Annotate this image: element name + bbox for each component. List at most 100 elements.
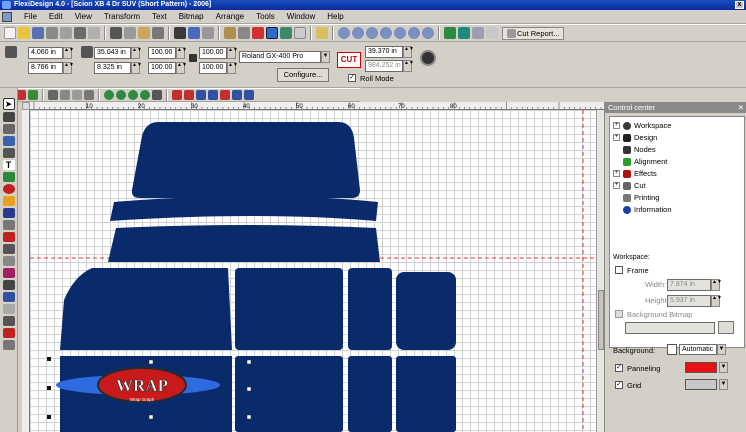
scale-y-field[interactable]: 100.00 [148, 62, 176, 74]
handle[interactable] [246, 359, 252, 365]
zoom-all-icon[interactable] [366, 27, 378, 39]
roll-mode-checkbox[interactable]: ✓ [348, 74, 356, 82]
pillar-panel[interactable] [348, 268, 392, 350]
menu-view[interactable]: View [69, 12, 98, 21]
browse-bitmap-button[interactable] [718, 321, 734, 334]
handle[interactable] [246, 386, 252, 392]
close-icon[interactable]: x [735, 1, 744, 9]
knife-tool-icon[interactable] [2, 124, 15, 134]
color-manager-icon[interactable] [224, 27, 236, 39]
background-bitmap-checkbox[interactable] [615, 310, 623, 318]
zoom-in-icon[interactable] [338, 27, 350, 39]
frame-checkbox[interactable] [615, 266, 623, 274]
design-canvas[interactable]: WRAP Wrap Graph [30, 110, 596, 432]
media-width-spinner[interactable]: ▲▼ [403, 46, 414, 58]
cut-settings-icon[interactable] [420, 50, 436, 66]
fill-tool-icon[interactable] [2, 232, 15, 242]
menu-text[interactable]: Text [146, 12, 173, 21]
eyedropper-tool-icon[interactable] [2, 244, 15, 254]
zoom-page-icon[interactable] [394, 27, 406, 39]
expand-icon[interactable]: + [613, 134, 620, 141]
panneling-checkbox[interactable]: ✓ [615, 364, 623, 372]
y-spinner[interactable]: ▲▼ [63, 62, 74, 74]
send-to-device-icon[interactable] [188, 27, 200, 39]
x-field[interactable]: 4.060 in [28, 47, 63, 59]
mirror-icon[interactable] [72, 90, 82, 100]
production-icon[interactable] [472, 27, 484, 39]
cut-to-device-icon[interactable] [174, 27, 186, 39]
document-icon[interactable] [2, 11, 12, 22]
rear-door-panel[interactable] [235, 268, 343, 350]
zoom-tool-icon[interactable] [2, 136, 15, 146]
copy-icon[interactable] [124, 27, 136, 39]
scale-y-spinner[interactable]: ▲▼ [176, 62, 187, 74]
scale-x2-field[interactable]: 100.00 [199, 47, 227, 59]
contour-icon[interactable] [172, 90, 182, 100]
configure-button[interactable]: Configure... [277, 68, 329, 82]
weld-icon[interactable] [152, 90, 162, 100]
new-icon[interactable] [4, 27, 16, 39]
outline-view-icon[interactable] [280, 27, 292, 39]
zoom-out-icon[interactable] [352, 27, 364, 39]
eraser-tool-icon[interactable] [2, 256, 15, 266]
color-tool-icon[interactable] [2, 328, 15, 338]
page-setup-icon[interactable] [202, 27, 214, 39]
rectangle-tool-icon[interactable] [2, 172, 15, 182]
tree-item-nodes[interactable]: Nodes [613, 144, 656, 155]
distribute-icon[interactable] [60, 90, 70, 100]
background-dropdown-arrow[interactable]: ▼ [717, 344, 726, 355]
align-icon[interactable] [48, 90, 58, 100]
lower-pillar-panel[interactable] [348, 356, 392, 432]
rotate-icon[interactable] [84, 90, 94, 100]
break-apart-icon[interactable] [140, 90, 150, 100]
export-icon[interactable] [60, 27, 72, 39]
layers-icon[interactable] [444, 27, 456, 39]
save-icon[interactable] [32, 27, 44, 39]
quarter-window-panel[interactable] [396, 272, 456, 350]
handle[interactable] [148, 359, 154, 365]
grid-checkbox[interactable]: ✓ [615, 381, 623, 389]
width-field[interactable]: 35.043 in [94, 47, 131, 59]
tree-item-workspace[interactable]: + Workspace [613, 120, 671, 131]
workspace-height-spinner[interactable]: ▲▼ [711, 295, 722, 307]
expand-icon[interactable]: + [613, 182, 620, 189]
tree-item-cut[interactable]: + Cut [613, 180, 646, 191]
panneling-color-swatch[interactable] [685, 362, 717, 373]
cut-report-button[interactable]: Cut Report... [502, 26, 564, 40]
scale-x-field[interactable]: 100.00 [148, 47, 176, 59]
import-icon[interactable] [46, 27, 58, 39]
height-spinner[interactable]: ▲▼ [131, 62, 142, 74]
device-dropdown-arrow[interactable]: ▼ [321, 51, 330, 63]
y-field[interactable]: 8.766 in [28, 62, 63, 74]
workspace-width-field[interactable]: 7.874 in [667, 279, 711, 291]
scale-x-spinner[interactable]: ▲▼ [176, 47, 187, 59]
windshield-panel[interactable] [131, 122, 360, 198]
workspace-height-field[interactable]: 5.937 in [667, 295, 711, 307]
open-icon[interactable] [18, 27, 30, 39]
panneling-color-arrow[interactable]: ▼ [719, 362, 728, 373]
tree-item-printing[interactable]: Printing [613, 192, 659, 203]
expand-icon[interactable]: + [613, 122, 620, 129]
effects-tool-icon[interactable] [2, 268, 15, 278]
expand-icon[interactable]: + [613, 170, 620, 177]
zoom-width-icon[interactable] [408, 27, 420, 39]
background-bitmap-field[interactable] [625, 322, 715, 334]
menu-transform[interactable]: Transform [98, 12, 146, 21]
zoom-previous-icon[interactable] [422, 27, 434, 39]
view-mode-icon[interactable] [266, 27, 278, 39]
shadow-icon[interactable] [184, 90, 194, 100]
color-fill-icon[interactable] [252, 27, 264, 39]
lock-ratio-icon[interactable] [189, 54, 197, 62]
outline-icon[interactable] [28, 90, 38, 100]
preview-icon[interactable] [88, 27, 100, 39]
menu-tools[interactable]: Tools [250, 12, 281, 21]
handle[interactable] [246, 414, 252, 420]
menu-arrange[interactable]: Arrange [210, 12, 250, 21]
lower-rear-panel[interactable] [235, 356, 343, 432]
zoom-selected-icon[interactable] [380, 27, 392, 39]
wireframe-icon[interactable] [294, 27, 306, 39]
grid-color-arrow[interactable]: ▼ [719, 379, 728, 390]
select-tool-icon[interactable]: ➤ [2, 98, 15, 110]
middle-strip-panel[interactable] [108, 225, 380, 262]
combine-icon[interactable] [128, 90, 138, 100]
